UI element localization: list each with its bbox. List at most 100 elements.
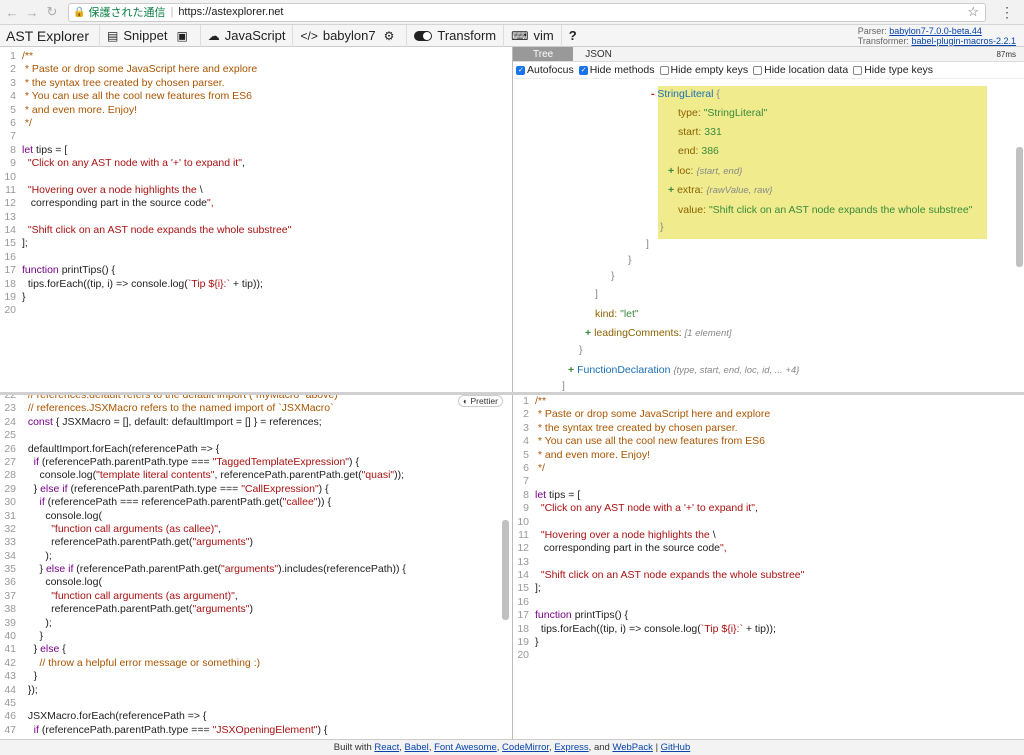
transform-editor[interactable]: 22 // references.default refers to the d… bbox=[0, 395, 511, 737]
forward-icon[interactable]: → bbox=[24, 5, 40, 20]
code-line[interactable]: 32 "function call arguments (as callee)"… bbox=[0, 523, 511, 536]
code-line[interactable]: 7 bbox=[0, 130, 511, 143]
code-line[interactable]: 43 } bbox=[0, 670, 511, 683]
code-line[interactable]: 40 } bbox=[0, 630, 511, 643]
code-line[interactable]: 20 bbox=[0, 304, 511, 317]
code-line[interactable]: 5 * and even more. Enjoy! bbox=[0, 104, 511, 117]
gear-icon[interactable]: ⚙ bbox=[384, 29, 395, 43]
code-line[interactable]: 44 }); bbox=[0, 684, 511, 697]
footer-link-font-awesome[interactable]: Font Awesome bbox=[434, 742, 497, 753]
code-line[interactable]: 1 /** bbox=[0, 50, 511, 63]
code-line[interactable]: 13 bbox=[513, 556, 1024, 569]
code-line[interactable]: 46 JSXMacro.forEach(referencePath => { bbox=[0, 710, 511, 723]
expand-icon[interactable]: + bbox=[668, 184, 677, 196]
code-line[interactable]: 11 "Hovering over a node highlights the … bbox=[513, 529, 1024, 542]
code-line[interactable]: 14 "Shift click on an AST node expands t… bbox=[513, 569, 1024, 582]
code-line[interactable]: 10 bbox=[513, 516, 1024, 529]
tab-tree[interactable]: Tree bbox=[513, 47, 574, 61]
code-line[interactable]: 24 const { JSXMacro = [], default: defau… bbox=[0, 416, 511, 429]
code-line[interactable]: 41 } else { bbox=[0, 643, 511, 656]
footer-link-github[interactable]: GitHub bbox=[661, 742, 691, 753]
language-button[interactable]: ☁ JavaScript bbox=[199, 24, 293, 47]
source-editor[interactable]: 1/** 2 * Paste or drop some JavaScript he… bbox=[0, 47, 511, 392]
code-line[interactable]: 27 if (referencePath.parentPath.type ===… bbox=[0, 456, 511, 469]
tab-json[interactable]: JSON bbox=[573, 47, 624, 61]
code-line[interactable]: 47 if (referencePath.parentPath.type ===… bbox=[0, 724, 511, 737]
code-line[interactable]: 12 corresponding part in the source code… bbox=[0, 197, 511, 210]
code-line[interactable]: 45 bbox=[0, 697, 511, 710]
prettier-button[interactable]: ◐ Prettier bbox=[458, 395, 503, 407]
code-line[interactable]: 31 console.log( bbox=[0, 510, 511, 523]
help-button[interactable]: ? bbox=[560, 24, 584, 47]
transform-scrollbar[interactable] bbox=[502, 520, 509, 620]
code-line[interactable]: 34 ); bbox=[0, 550, 511, 563]
code-line[interactable]: 4 * You can use all the cool new feature… bbox=[0, 90, 511, 103]
footer-link-react[interactable]: React bbox=[374, 742, 399, 753]
code-line[interactable]: 14 "Shift click on an AST node expands t… bbox=[0, 224, 511, 237]
code-line[interactable]: 1 /** bbox=[513, 395, 1024, 408]
code-line[interactable]: 3 * the syntax tree created by chosen pa… bbox=[0, 77, 511, 90]
save-icon[interactable]: ▣ bbox=[176, 29, 187, 43]
back-icon[interactable]: ← bbox=[4, 5, 20, 20]
code-line[interactable]: 25 bbox=[0, 429, 511, 442]
code-line[interactable]: 6 */ bbox=[0, 117, 511, 130]
code-line[interactable]: 16 bbox=[513, 596, 1024, 609]
tree-node-functiondeclaration[interactable]: + FunctionDeclaration {type, start, end,… bbox=[568, 364, 799, 376]
bookmark-star-icon[interactable]: ☆ bbox=[967, 4, 979, 20]
code-line[interactable]: 7 bbox=[513, 475, 1024, 488]
code-line[interactable]: 42 // throw a helpful error message or s… bbox=[0, 657, 511, 670]
code-line[interactable]: 33 referencePath.parentPath.get("argumen… bbox=[0, 536, 511, 549]
code-line[interactable]: 15]; bbox=[513, 582, 1024, 595]
code-line[interactable]: 18 tips.forEach((tip, i) => console.log(… bbox=[0, 278, 511, 291]
transform-button[interactable]: Transform bbox=[406, 24, 503, 47]
expand-icon[interactable]: + bbox=[568, 364, 577, 376]
hide-empty-option[interactable]: Hide empty keys bbox=[659, 64, 748, 76]
hide-type-option[interactable]: Hide type keys bbox=[853, 64, 933, 76]
code-line[interactable]: 17 function printTips() { bbox=[0, 264, 511, 277]
code-line[interactable]: 38 referencePath.parentPath.get("argumen… bbox=[0, 603, 511, 616]
code-line[interactable]: 19} bbox=[0, 291, 511, 304]
snippet-button[interactable]: ▤ Snippet ▣ bbox=[99, 24, 200, 47]
code-line[interactable]: 16 bbox=[0, 251, 511, 264]
code-line[interactable]: 22 // references.default refers to the d… bbox=[0, 395, 511, 402]
code-line[interactable]: 4 * You can use all the cool new feature… bbox=[513, 435, 1024, 448]
parser-button[interactable]: </> babylon7 ⚙ bbox=[292, 24, 406, 47]
expand-icon[interactable]: + bbox=[668, 165, 677, 177]
keymap-button[interactable]: ⌨ vim bbox=[503, 24, 561, 47]
tree-scrollbar[interactable] bbox=[1016, 147, 1023, 267]
hide-empty-checkbox[interactable] bbox=[659, 65, 669, 75]
code-line[interactable]: 10 bbox=[0, 171, 511, 184]
code-line[interactable]: 20 bbox=[513, 649, 1024, 662]
tree-prop-extra[interactable]: + extra: {rawValue, raw} bbox=[668, 184, 772, 196]
hide-location-option[interactable]: Hide location data bbox=[753, 64, 848, 76]
hide-type-checkbox[interactable] bbox=[853, 65, 863, 75]
url-text[interactable]: https://astexplorer.net bbox=[178, 6, 283, 18]
code-line[interactable]: 37 "function call arguments (as argument… bbox=[0, 590, 511, 603]
hide-location-checkbox[interactable] bbox=[753, 65, 763, 75]
code-line[interactable]: 15]; bbox=[0, 237, 511, 250]
tree-prop-loc[interactable]: + loc: {start, end} bbox=[668, 165, 742, 177]
code-line[interactable]: 17 function printTips() { bbox=[513, 609, 1024, 622]
footer-link-codemirror[interactable]: CodeMirror bbox=[502, 742, 549, 753]
tree-prop-leading-comments[interactable]: + leadingComments: [1 element] bbox=[585, 327, 732, 339]
code-line[interactable]: 18 tips.forEach((tip, i) => console.log(… bbox=[513, 623, 1024, 636]
reload-icon[interactable]: ↻ bbox=[44, 4, 60, 20]
footer-link-webpack[interactable]: WebPack bbox=[612, 742, 652, 753]
code-line[interactable]: 39 ); bbox=[0, 617, 511, 630]
code-line[interactable]: 19} bbox=[513, 636, 1024, 649]
code-line[interactable]: 2 * Paste or drop some JavaScript here a… bbox=[0, 63, 511, 76]
code-line[interactable]: 5 * and even more. Enjoy! bbox=[513, 449, 1024, 462]
code-line[interactable]: 13 bbox=[0, 211, 511, 224]
code-line[interactable]: 9 "Click on any AST node with a '+' to e… bbox=[0, 157, 511, 170]
tree-node-stringliteral[interactable]: - StringLiteral { bbox=[651, 88, 720, 100]
hide-methods-option[interactable]: Hide methods bbox=[578, 64, 655, 76]
footer-link-babel[interactable]: Babel bbox=[405, 742, 429, 753]
transform-output[interactable]: 1/** 2 * Paste or drop some JavaScript he… bbox=[512, 395, 1024, 739]
code-line[interactable]: 11 "Hovering over a node highlights the … bbox=[0, 184, 511, 197]
code-line[interactable]: 8 let tips = [ bbox=[0, 144, 511, 157]
code-line[interactable]: 28 console.log("template literal content… bbox=[0, 469, 511, 482]
code-line[interactable]: 8 let tips = [ bbox=[513, 489, 1024, 502]
code-line[interactable]: 35 } else if (referencePath.parentPath.g… bbox=[0, 563, 511, 576]
footer-link-express[interactable]: Express bbox=[554, 742, 588, 753]
expand-icon[interactable]: + bbox=[585, 327, 594, 339]
